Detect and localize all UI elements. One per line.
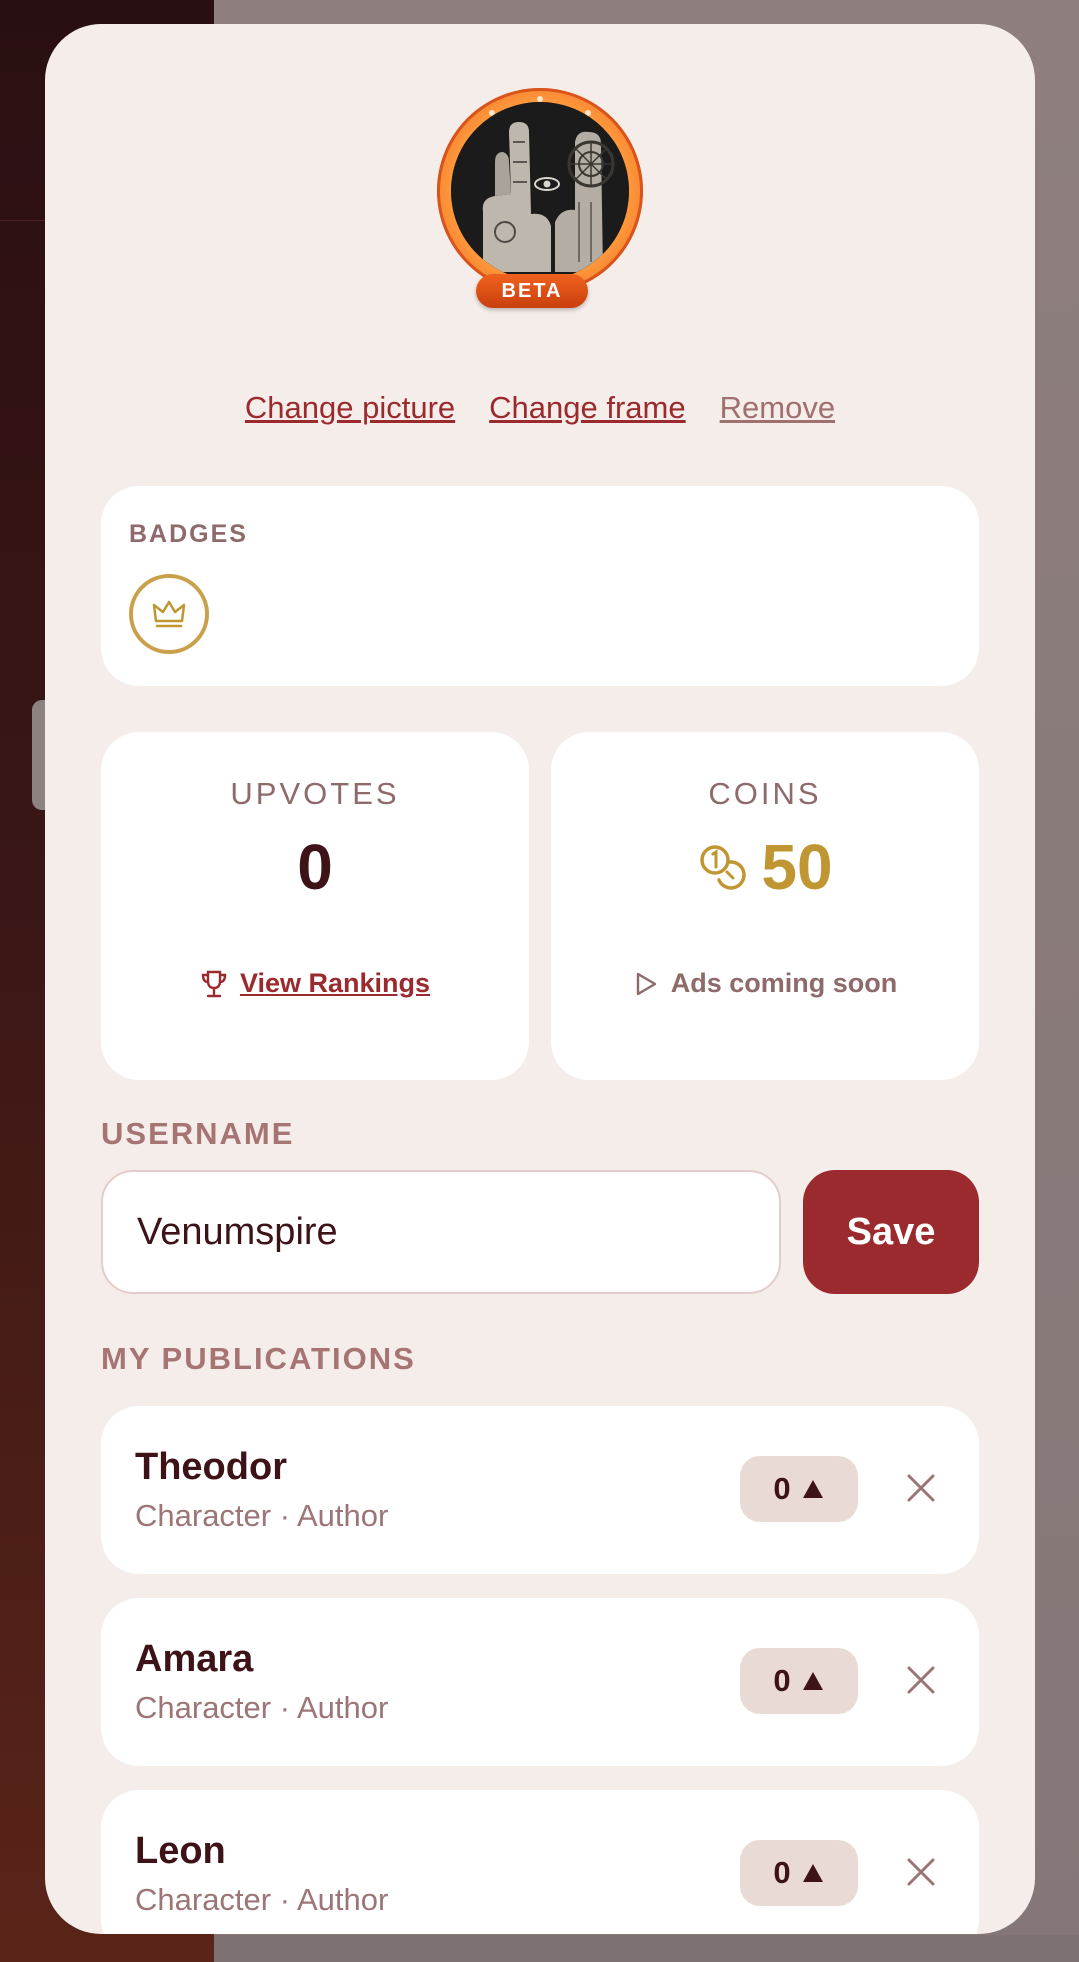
vote-count: 0 bbox=[773, 1855, 791, 1890]
vote-count: 0 bbox=[773, 1471, 791, 1506]
publication-item[interactable]: Amara Character · Author 0 bbox=[101, 1598, 979, 1766]
badges-card: BADGES bbox=[101, 486, 979, 686]
publication-subtitle: Character · Author bbox=[135, 1498, 389, 1533]
username-title: USERNAME bbox=[101, 1116, 295, 1151]
coins-value-row: 50 bbox=[551, 830, 979, 904]
publication-subtitle: Character · Author bbox=[135, 1690, 389, 1725]
coins-card: COINS 50 Ads coming soon bbox=[551, 732, 979, 1080]
upvote-button[interactable]: 0 bbox=[740, 1456, 858, 1522]
close-icon bbox=[907, 1666, 935, 1694]
username-input[interactable] bbox=[101, 1170, 781, 1294]
save-button[interactable]: Save bbox=[803, 1170, 979, 1294]
ads-coming-soon-label: Ads coming soon bbox=[670, 968, 898, 998]
ads-coming-soon: Ads coming soon bbox=[551, 968, 979, 999]
play-icon bbox=[636, 972, 656, 995]
tattooed-hands-image bbox=[451, 102, 629, 280]
publication-subtitle: Character · Author bbox=[135, 1882, 389, 1917]
publication-title: Theodor bbox=[135, 1446, 287, 1488]
trophy-icon bbox=[201, 970, 227, 997]
close-icon bbox=[907, 1474, 935, 1502]
crown-badge[interactable] bbox=[129, 574, 209, 654]
publication-item[interactable]: Theodor Character · Author 0 bbox=[101, 1406, 979, 1574]
close-icon bbox=[907, 1858, 935, 1886]
vote-count: 0 bbox=[773, 1663, 791, 1698]
upvote-button[interactable]: 0 bbox=[740, 1840, 858, 1906]
upvotes-card: UPVOTES 0 View Rankings bbox=[101, 732, 529, 1080]
view-rankings-link[interactable]: View Rankings bbox=[101, 968, 529, 999]
avatar-image bbox=[451, 102, 629, 280]
remove-picture-link[interactable]: Remove bbox=[720, 390, 835, 426]
upvotes-value: 0 bbox=[297, 831, 333, 903]
delete-publication-button[interactable] bbox=[891, 1650, 951, 1710]
change-picture-link[interactable]: Change picture bbox=[245, 390, 455, 426]
publication-title: Amara bbox=[135, 1638, 254, 1680]
beta-badge: BETA bbox=[476, 274, 588, 308]
change-frame-link[interactable]: Change frame bbox=[489, 390, 685, 426]
triangle-up-icon bbox=[802, 1864, 823, 1882]
publications-title: MY PUBLICATIONS bbox=[101, 1341, 416, 1376]
triangle-up-icon bbox=[802, 1672, 823, 1690]
upvotes-label: UPVOTES bbox=[230, 776, 400, 811]
coins-label: COINS bbox=[708, 776, 822, 811]
avatar-actions: Change picture Change frame Remove bbox=[45, 390, 1035, 426]
coins-icon bbox=[700, 845, 747, 890]
publication-title: Leon bbox=[135, 1830, 226, 1872]
crown-icon bbox=[152, 600, 186, 628]
upvote-button[interactable]: 0 bbox=[740, 1648, 858, 1714]
profile-modal: BETA Change picture Change frame Remove … bbox=[45, 24, 1035, 1934]
triangle-up-icon bbox=[802, 1480, 823, 1498]
coins-value: 50 bbox=[761, 831, 833, 903]
badges-title: BADGES bbox=[129, 520, 248, 548]
delete-publication-button[interactable] bbox=[891, 1842, 951, 1902]
publication-item[interactable]: Leon Character · Author 0 bbox=[101, 1790, 979, 1934]
background-strip bbox=[214, 1935, 1079, 1962]
delete-publication-button[interactable] bbox=[891, 1458, 951, 1518]
avatar[interactable]: BETA bbox=[437, 88, 643, 308]
view-rankings-label[interactable]: View Rankings bbox=[240, 968, 430, 999]
